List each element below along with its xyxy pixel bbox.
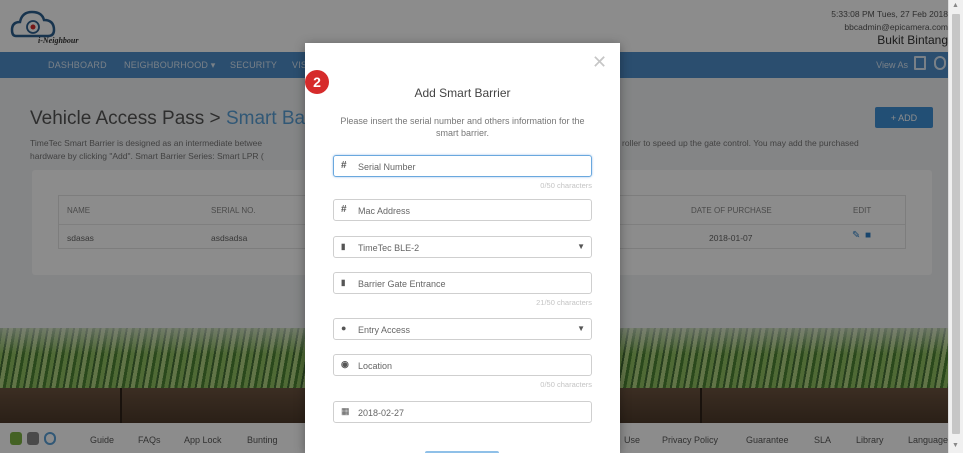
name-char-counter: 21/50 characters [536,298,592,307]
calendar-icon: ▦ [341,406,350,416]
purchase-date-input[interactable]: ▦ 2018-02-27 [333,401,592,423]
model-select[interactable]: ▮ TimeTec BLE-2 ▼ [333,236,592,258]
dialog-subtitle: Please insert the serial number and othe… [340,116,585,138]
purchase-date-value: 2018-02-27 [358,408,405,418]
barrier-name-input[interactable]: ▮ Barrier Gate Entrance [333,272,592,294]
dialog-title: Add Smart Barrier [414,86,511,100]
chevron-down-icon: ▼ [577,242,585,251]
tag-icon: ▮ [341,242,346,251]
access-type-select[interactable]: ● Entry Access ▼ [333,318,592,340]
hash-icon: # [341,204,347,215]
location-char-counter: 0/50 characters [540,380,592,389]
scroll-down-icon[interactable]: ▼ [952,442,959,449]
serial-number-input[interactable]: # Serial Number [333,155,592,177]
mac-address-placeholder: Mac Address [358,206,411,216]
vertical-scrollbar[interactable]: ▲ ▼ [948,0,963,453]
mac-address-input[interactable]: # Mac Address [333,199,592,221]
map-pin-icon: ◉ [341,359,349,369]
barrier-name-value: Barrier Gate Entrance [358,279,446,289]
close-icon[interactable]: ✕ [592,53,607,71]
location-input[interactable]: ◉ Location [333,354,592,376]
gate-icon: ● [341,323,347,333]
app-window: i-Neighbour 5:33:08 PM Tues, 27 Feb 2018… [0,0,963,453]
tag-icon: ▮ [341,278,346,287]
scroll-up-icon[interactable]: ▲ [952,2,959,9]
scroll-thumb[interactable] [952,14,960,434]
location-placeholder: Location [358,361,393,371]
add-smart-barrier-dialog: ✕ 2 Add Smart Barrier Please insert the … [305,43,620,453]
access-type-value: Entry Access [358,325,411,335]
chevron-down-icon: ▼ [577,324,585,333]
serial-number-placeholder: Serial Number [358,162,416,172]
serial-char-counter: 0/50 characters [540,181,592,190]
hash-icon: # [341,160,347,171]
model-value: TimeTec BLE-2 [358,243,420,253]
